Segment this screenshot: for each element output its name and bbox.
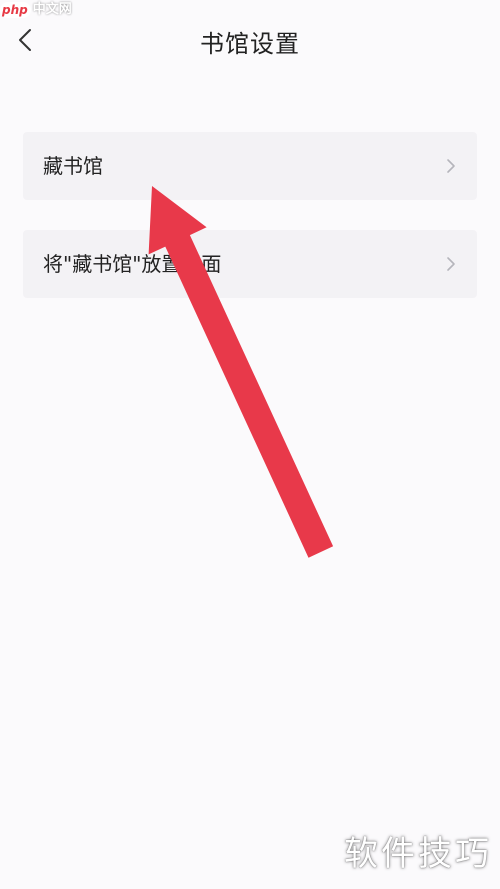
watermark-text: 软件技巧: [344, 834, 492, 874]
watermark-brand: php: [0, 2, 31, 18]
watermark-site: 中文网: [32, 2, 72, 17]
chevron-right-icon: [447, 159, 455, 173]
header: 书馆设置: [0, 0, 500, 80]
setting-item-label: 藏书馆: [43, 154, 103, 178]
setting-item-label: 将"藏书馆"放置桌面: [43, 252, 222, 276]
watermark-logo: php 中文网: [0, 0, 72, 20]
setting-item-desktop-shortcut[interactable]: 将"藏书馆"放置桌面: [23, 230, 477, 298]
setting-item-collection[interactable]: 藏书馆: [23, 132, 477, 200]
page-title: 书馆设置: [200, 30, 300, 58]
chevron-right-icon: [447, 257, 455, 271]
